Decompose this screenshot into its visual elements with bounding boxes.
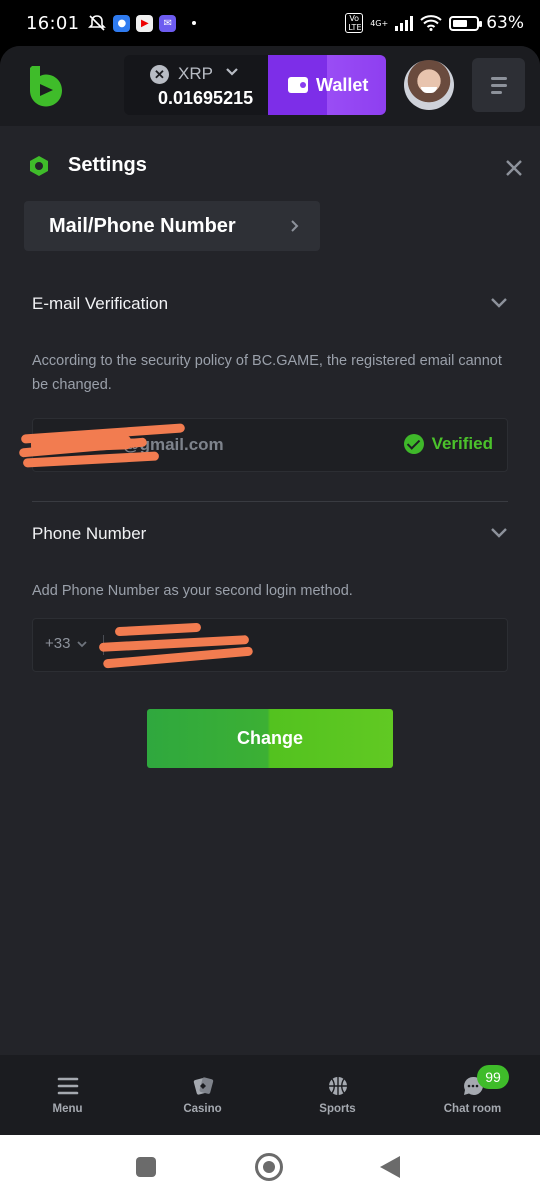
phone-description: Add Phone Number as your second login me… bbox=[32, 583, 353, 599]
hamburger-menu-button[interactable] bbox=[472, 58, 525, 112]
nav-label: Chat room bbox=[443, 1103, 502, 1115]
redaction-mark bbox=[114, 622, 202, 637]
recents-button[interactable] bbox=[136, 1157, 156, 1177]
casino-icon bbox=[193, 1077, 213, 1095]
xrp-icon: ✕ bbox=[150, 65, 169, 84]
nav-label: Casino bbox=[183, 1103, 222, 1115]
signal-icon bbox=[395, 15, 414, 31]
status-bar: 16:01 ● ▶ ✉ Vo LTE 4G+ 63% bbox=[0, 0, 540, 46]
status-time: 16:01 bbox=[26, 12, 80, 34]
battery-icon bbox=[449, 15, 483, 31]
currency-name: XRP bbox=[178, 64, 213, 83]
section-divider bbox=[32, 501, 508, 502]
currency-balance: 0.01695215 bbox=[158, 88, 254, 108]
app-screen: ✕ XRP 0.01695215 Wallet Settings Mail/Ph… bbox=[0, 46, 540, 1135]
mute-icon bbox=[88, 15, 107, 31]
mail-notification-icon: ✉ bbox=[159, 14, 177, 32]
notification-icons: ● ▶ ✉ bbox=[87, 14, 197, 32]
email-description: According to the security policy of BC.G… bbox=[32, 353, 502, 393]
home-button[interactable] bbox=[255, 1153, 283, 1181]
chevron-down-icon bbox=[491, 528, 507, 538]
chevron-down-icon bbox=[77, 640, 88, 647]
verified-label: Verified bbox=[431, 434, 493, 453]
nav-item-sports[interactable]: Sports bbox=[270, 1055, 405, 1135]
country-code: +33 bbox=[45, 635, 71, 652]
verified-badge: Verified bbox=[403, 434, 493, 454]
phone-section-title: Phone Number bbox=[32, 524, 147, 543]
nav-item-casino[interactable]: Casino bbox=[135, 1055, 270, 1135]
check-circle-icon bbox=[403, 434, 424, 454]
redaction-mark bbox=[30, 435, 132, 453]
network-type: 4G+ bbox=[370, 18, 389, 28]
phone-field[interactable]: +33 bbox=[32, 618, 508, 672]
sports-icon bbox=[328, 1077, 347, 1095]
status-right: Vo LTE 4G+ 63% bbox=[345, 13, 524, 33]
youtube-notification-icon: ▶ bbox=[136, 14, 154, 32]
chevron-right-icon bbox=[291, 220, 299, 232]
nav-label: Menu bbox=[52, 1103, 83, 1115]
system-nav-bar bbox=[0, 1135, 540, 1200]
more-notifications-icon bbox=[192, 21, 197, 25]
settings-header: Settings bbox=[28, 154, 147, 177]
wifi-icon bbox=[420, 15, 442, 31]
wallet-label: Wallet bbox=[316, 74, 369, 95]
menu-icon bbox=[57, 1077, 78, 1095]
change-button[interactable]: Change bbox=[147, 709, 393, 768]
volte-icon: Vo LTE bbox=[345, 13, 364, 33]
email-field: @gmail.com Verified bbox=[18, 418, 508, 472]
avatar[interactable] bbox=[404, 60, 454, 110]
chevron-down-icon bbox=[226, 68, 238, 76]
chat-badge: 99 bbox=[477, 1065, 509, 1089]
nav-label: Sports bbox=[319, 1103, 356, 1115]
breadcrumb-label: Mail/Phone Number bbox=[49, 214, 236, 237]
top-bar: ✕ XRP 0.01695215 Wallet bbox=[0, 46, 540, 126]
messages-notification-icon: ● bbox=[113, 14, 131, 32]
page-title: Settings bbox=[68, 154, 147, 176]
bc-game-logo[interactable] bbox=[26, 64, 66, 108]
wallet-icon bbox=[288, 77, 308, 93]
wallet-button[interactable]: Wallet bbox=[268, 55, 386, 115]
nav-item-menu[interactable]: Menu bbox=[0, 1055, 135, 1135]
battery-percent: 63% bbox=[486, 13, 524, 33]
nav-item-chat-room[interactable]: Chat room 99 bbox=[405, 1055, 540, 1135]
chevron-down-icon bbox=[491, 298, 507, 308]
battery-level bbox=[453, 19, 468, 27]
phone-section-header[interactable]: Phone Number bbox=[32, 524, 508, 544]
back-button[interactable] bbox=[380, 1156, 400, 1178]
close-icon[interactable] bbox=[502, 156, 526, 180]
email-section-header[interactable]: E-mail Verification bbox=[32, 294, 508, 314]
bottom-nav: Menu Casino Sports Chat room 99 bbox=[0, 1055, 540, 1135]
breadcrumb[interactable]: Mail/Phone Number bbox=[24, 201, 320, 251]
country-code-selector[interactable]: +33 bbox=[45, 635, 88, 652]
email-section-title: E-mail Verification bbox=[32, 294, 169, 313]
settings-hex-icon bbox=[30, 155, 48, 176]
currency-selector[interactable]: ✕ XRP 0.01695215 bbox=[124, 55, 268, 115]
